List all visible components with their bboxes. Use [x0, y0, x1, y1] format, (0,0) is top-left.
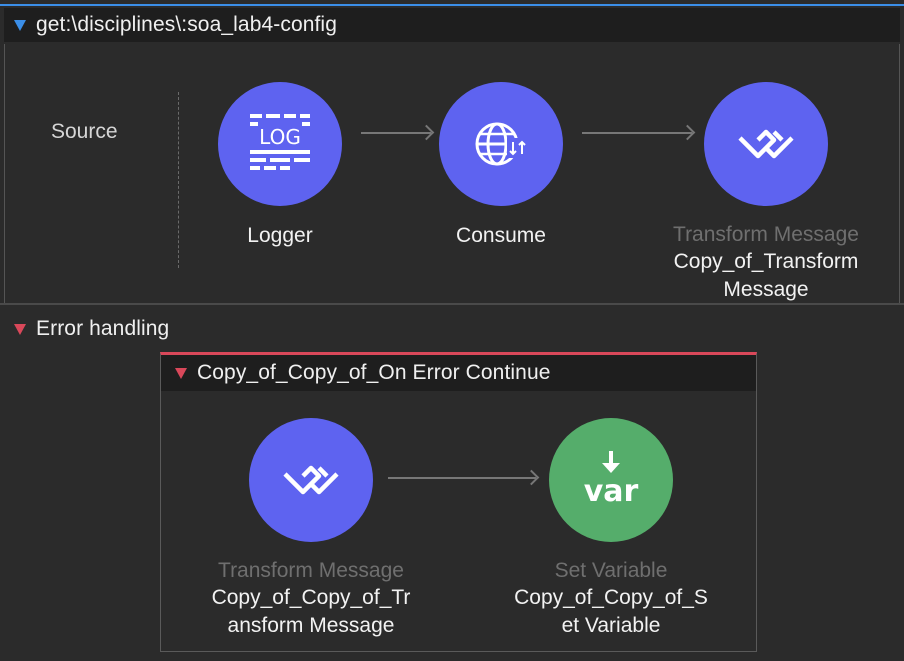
transform-icon	[283, 465, 339, 495]
flow-canvas: get:\disciplines\:soa_lab4-config Source…	[0, 0, 904, 661]
logger-name: Logger	[247, 224, 313, 247]
set-variable-circle[interactable]: var	[549, 418, 673, 542]
transform-type: Transform Message	[673, 223, 859, 246]
section-divider	[0, 303, 904, 305]
error-transform-name: Copy_of_Copy_of_Tr ansform Message	[211, 586, 411, 637]
set-variable-name: Copy_of_Copy_of_S et Variable	[514, 586, 708, 637]
set-variable-type: Set Variable	[554, 559, 668, 582]
logger-circle[interactable]: LOG	[218, 82, 342, 206]
error-handling-title: Error handling	[36, 317, 170, 340]
collapse-triangle-icon[interactable]	[14, 323, 26, 335]
source-label: Source	[51, 120, 118, 143]
transform-component[interactable]: Transform Message Copy_of_Transform Mess…	[646, 82, 886, 304]
error-transform-circle[interactable]	[249, 418, 373, 542]
flow-container: get:\disciplines\:soa_lab4-config Source…	[0, 4, 904, 304]
collapse-triangle-icon[interactable]	[175, 367, 187, 379]
on-error-continue-scope[interactable]: Copy_of_Copy_of_On Error Continue Transf…	[160, 352, 757, 652]
flow-header[interactable]: get:\disciplines\:soa_lab4-config	[4, 8, 900, 42]
logger-icon: LOG	[250, 114, 310, 170]
collapse-triangle-icon[interactable]	[14, 19, 26, 31]
logger-icon-text: LOG	[259, 125, 301, 149]
on-error-continue-title: Copy_of_Copy_of_On Error Continue	[197, 361, 551, 384]
consume-name: Consume	[456, 224, 546, 247]
logger-component[interactable]: LOG Logger	[160, 82, 400, 250]
error-transform-type: Transform Message	[218, 559, 404, 582]
flow-body: Source LOG Logger Consume Transform Mess…	[4, 44, 900, 304]
transform-name: Copy_of_Transform Message	[673, 250, 859, 301]
consume-circle[interactable]	[439, 82, 563, 206]
set-variable-icon-text: var	[584, 474, 639, 509]
error-handling-header[interactable]: Error handling	[4, 312, 169, 346]
globe-icon	[475, 122, 529, 166]
transform-icon	[738, 129, 794, 159]
transform-circle[interactable]	[704, 82, 828, 206]
flow-title: get:\disciplines\:soa_lab4-config	[36, 13, 337, 36]
set-variable-component[interactable]: var Set Variable Copy_of_Copy_of_S et Va…	[491, 418, 731, 640]
consume-component[interactable]: Consume	[381, 82, 621, 250]
set-variable-icon: var	[584, 451, 639, 509]
error-transform-component[interactable]: Transform Message Copy_of_Copy_of_Tr ans…	[191, 418, 431, 640]
on-error-continue-header[interactable]: Copy_of_Copy_of_On Error Continue	[161, 355, 756, 391]
